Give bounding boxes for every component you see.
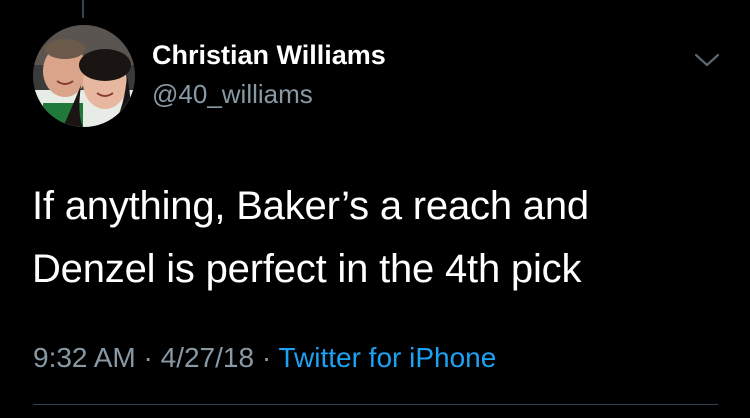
tweet-source-link[interactable]: Twitter for iPhone — [278, 342, 496, 373]
divider — [33, 404, 718, 405]
tweet-body: If anything, Baker’s a reach and Denzel … — [32, 175, 722, 301]
author-avatar[interactable] — [33, 25, 135, 127]
thread-connector-line — [82, 0, 84, 18]
tweet-text-line: If anything, Baker’s a reach and — [32, 184, 589, 228]
author-handle[interactable]: @40_williams — [152, 81, 313, 107]
meta-separator: · — [143, 342, 153, 373]
tweet-menu-button[interactable] — [690, 47, 724, 71]
meta-separator: · — [261, 342, 272, 373]
tweet-time[interactable]: 9:32 AM — [33, 342, 136, 373]
chevron-down-icon — [694, 53, 720, 67]
tweet-date[interactable]: 4/27/18 — [161, 342, 254, 373]
profile-photo-icon — [33, 25, 135, 127]
tweet-metadata: 9:32 AM · 4/27/18 · Twitter for iPhone — [33, 344, 496, 372]
author-display-name[interactable]: Christian Williams — [152, 42, 386, 69]
tweet-text-line: Denzel is perfect in the 4th pick — [32, 247, 582, 291]
